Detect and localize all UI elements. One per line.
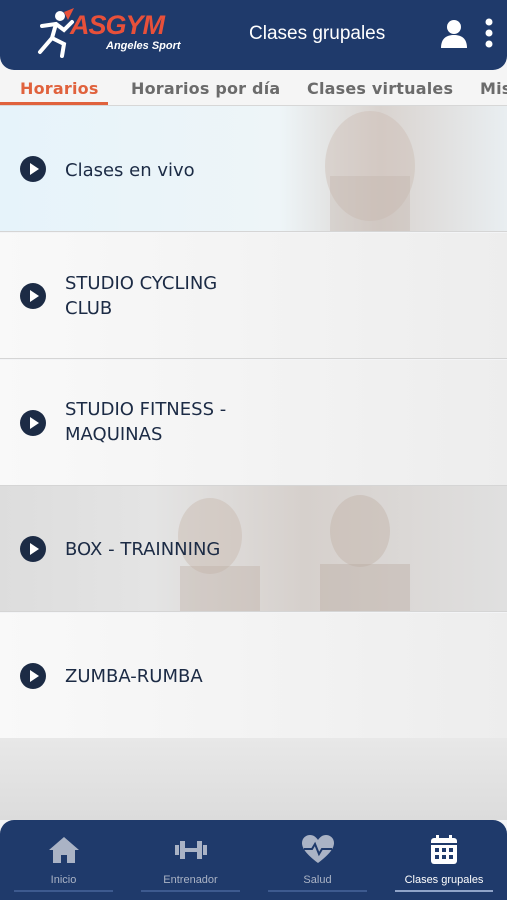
class-row-clases-en-vivo[interactable]: Clases en vivo (0, 106, 507, 232)
heart-pulse-icon (301, 835, 334, 863)
class-label: STUDIO CYCLING CLUB (65, 273, 218, 319)
active-tab-indicator (0, 102, 108, 105)
nav-indicator (395, 890, 493, 892)
nav-clases-grupales[interactable]: Clases grupales (381, 820, 507, 900)
class-row-studio-fitness-maquinas[interactable]: STUDIO FITNESS - MAQUINAS (0, 360, 507, 486)
tab-mis[interactable]: Mis (480, 79, 507, 98)
play-icon (20, 663, 46, 689)
play-icon (20, 283, 46, 309)
class-label: Clases en vivo (65, 160, 195, 181)
nav-salud[interactable]: Salud (254, 820, 381, 900)
tab-horarios[interactable]: Horarios (20, 79, 99, 98)
play-icon (20, 156, 46, 182)
play-icon (20, 536, 46, 562)
class-list: Clases en vivo STUDIO CYCLING CLUB STUDI… (0, 106, 507, 820)
nav-label: Salud (303, 874, 332, 886)
trainer-photo-background (325, 111, 415, 231)
logo-text: ASGYM (70, 10, 165, 40)
class-label: STUDIO FITNESS - MAQUINAS (65, 399, 227, 445)
asgym-logo[interactable]: ASGYM Angeles Sport (34, 8, 184, 60)
tab-bar: Horarios Horarios por día Clases virtual… (0, 70, 507, 106)
class-row-zumba-rumba[interactable]: ZUMBA-RUMBA (0, 613, 507, 739)
class-label: ZUMBA-RUMBA (65, 666, 203, 687)
nav-inicio[interactable]: Inicio (0, 820, 127, 900)
bottom-navigation: Inicio Entrenador Salud Clases grupales (0, 820, 507, 900)
user-icon[interactable] (439, 19, 469, 49)
tab-horarios-por-dia[interactable]: Horarios por día (131, 79, 280, 98)
class-row-studio-cycling-club[interactable]: STUDIO CYCLING CLUB (0, 233, 507, 359)
nav-indicator (268, 890, 367, 892)
tab-clases-virtuales[interactable]: Clases virtuales (307, 79, 453, 98)
nav-label: Clases grupales (404, 874, 484, 886)
list-empty-background (0, 738, 507, 820)
nav-label: Inicio (50, 874, 77, 886)
app-header: ASGYM Angeles Sport Clases grupales (0, 0, 507, 70)
calendar-icon (431, 835, 457, 864)
more-vertical-icon[interactable] (482, 18, 496, 50)
nav-indicator (141, 890, 240, 892)
class-row-box-trainning[interactable]: BOX - TRAINNING (0, 486, 507, 612)
dumbbell-icon (174, 841, 207, 859)
class-label: BOX - TRAINNING (65, 539, 221, 560)
nav-indicator (14, 890, 113, 892)
home-icon (48, 837, 79, 863)
nav-label: Entrenador (163, 874, 218, 886)
play-icon (20, 410, 46, 436)
logo-subtext: Angeles Sport (106, 40, 181, 52)
page-title: Clases grupales (249, 23, 386, 44)
nav-entrenador[interactable]: Entrenador (127, 820, 254, 900)
